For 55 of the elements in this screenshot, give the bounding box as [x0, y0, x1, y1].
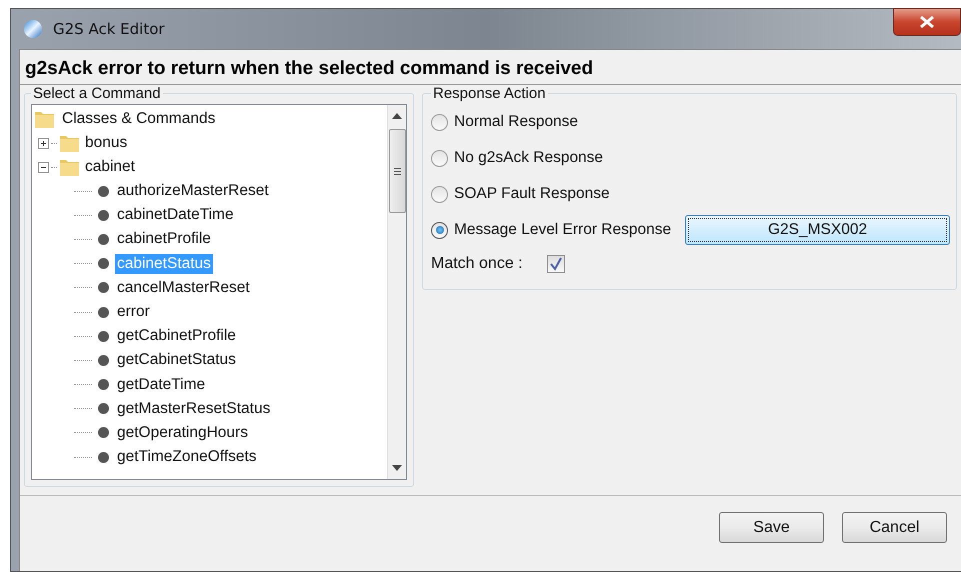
- scroll-thumb[interactable]: [388, 129, 406, 213]
- tree-item[interactable]: Classes & Commands: [60, 109, 218, 129]
- tree-item[interactable]: getDateTime: [115, 374, 208, 395]
- scroll-down-icon[interactable]: [392, 465, 402, 471]
- app-icon: [23, 19, 43, 39]
- radio-button[interactable]: [431, 222, 448, 238]
- bullet-icon: [98, 330, 109, 342]
- error-code-button[interactable]: G2S_MSX002: [685, 215, 950, 245]
- bullet-icon: [98, 234, 109, 245]
- radio-button[interactable]: [431, 186, 448, 202]
- close-button[interactable]: [893, 8, 961, 36]
- bullet-icon: [98, 210, 109, 221]
- tree-item[interactable]: cabinetProfile: [115, 229, 213, 250]
- folder-icon: [34, 109, 56, 129]
- tree-item[interactable]: getOperatingHours: [115, 422, 250, 443]
- tree-item[interactable]: authorizeMasterReset: [115, 181, 271, 202]
- bullet-icon: [98, 306, 109, 318]
- close-icon: [919, 16, 935, 28]
- tree-item[interactable]: error: [115, 302, 152, 322]
- window-title: G2S Ack Editor: [53, 20, 165, 38]
- bullet-icon: [98, 403, 109, 414]
- expander-icon[interactable]: [38, 162, 49, 172]
- radio-button[interactable]: [431, 150, 448, 166]
- tree-item[interactable]: cabinetDateTime: [115, 205, 236, 226]
- radio-label[interactable]: Normal Response: [454, 113, 578, 131]
- scrollbar[interactable]: [387, 105, 406, 479]
- tree-item[interactable]: bonus: [83, 133, 130, 153]
- radio-label[interactable]: SOAP Fault Response: [454, 185, 610, 203]
- bullet-icon: [98, 258, 109, 270]
- bullet-icon: [98, 282, 109, 294]
- bullet-icon: [98, 427, 109, 438]
- bullet-icon: [98, 452, 109, 463]
- tree-item[interactable]: getCabinetProfile: [115, 326, 238, 346]
- expander-icon[interactable]: [38, 138, 49, 148]
- group-label: Response Action: [432, 85, 547, 102]
- folder-icon: [59, 133, 81, 153]
- tree-item[interactable]: getMasterResetStatus: [115, 398, 272, 419]
- radio-label[interactable]: No g2sAck Response: [454, 149, 604, 167]
- radio-label[interactable]: Message Level Error Response: [454, 221, 672, 239]
- dialog-button[interactable]: Save: [719, 512, 824, 543]
- scroll-up-icon[interactable]: [392, 113, 402, 119]
- bullet-icon: [98, 186, 109, 197]
- dialog-heading: g2sAck error to return when the selected command is received: [20, 50, 961, 85]
- tree-item[interactable]: getCabinetStatus: [115, 350, 238, 370]
- dialog-button[interactable]: Cancel: [842, 512, 947, 543]
- group-label: Select a Command: [32, 85, 162, 102]
- tree-item[interactable]: getTimeZoneOffsets: [115, 447, 259, 468]
- tree-item[interactable]: cancelMasterReset: [115, 278, 252, 298]
- bullet-icon: [98, 379, 109, 390]
- radio-button[interactable]: [431, 114, 448, 130]
- folder-icon: [59, 157, 81, 177]
- bullet-icon: [98, 354, 109, 366]
- tree-item[interactable]: cabinet: [83, 157, 137, 177]
- checkbox-label: Match once :: [431, 255, 523, 273]
- checkbox[interactable]: [546, 255, 565, 273]
